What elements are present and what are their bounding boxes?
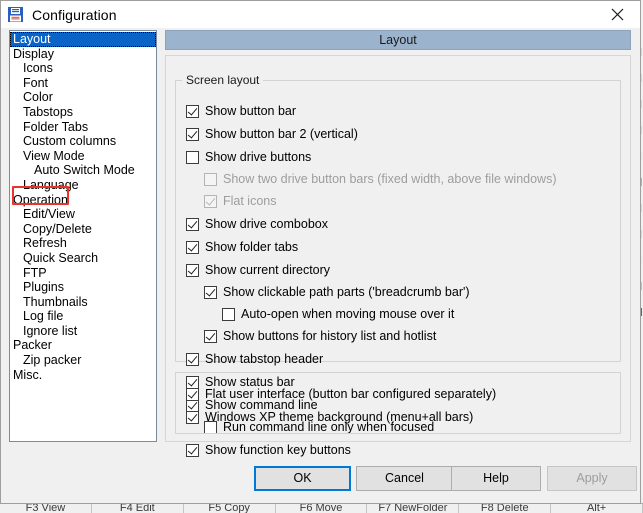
option-auto-open-when-moving-mouse-over-it[interactable]: Auto-open when moving mouse over it: [222, 306, 454, 322]
function-key-button: Alt+: [551, 504, 643, 513]
sidebar-item-font[interactable]: Font: [10, 76, 156, 91]
sidebar-item-auto-switch-mode[interactable]: Auto Switch Mode: [10, 163, 156, 178]
function-key-button: F8 Delete: [459, 504, 551, 513]
checkbox-show-drive-combobox[interactable]: [186, 218, 199, 231]
checkbox-label: Auto-open when moving mouse over it: [241, 307, 454, 321]
checkbox-flat-icons: [204, 195, 217, 208]
sidebar-item-quick-search[interactable]: Quick Search: [10, 251, 156, 266]
sidebar-item-operation[interactable]: Operation: [10, 193, 156, 208]
close-icon[interactable]: [595, 1, 640, 28]
checkbox-show-two-drive-button-bars-fixed-width-above-f: [204, 173, 217, 186]
cancel-button[interactable]: Cancel: [356, 466, 453, 491]
function-key-button: F5 Copy: [184, 504, 276, 513]
function-key-button: F6 Move: [276, 504, 368, 513]
help-button[interactable]: Help: [451, 466, 541, 491]
checkbox-show-button-bar[interactable]: [186, 105, 199, 118]
checkbox-label: Show drive combobox: [205, 217, 328, 231]
option-show-folder-tabs[interactable]: Show folder tabs: [186, 239, 298, 255]
dialog-title-bar: Configuration: [1, 1, 640, 28]
checkbox-label: Show button bar 2 (vertical): [205, 127, 358, 141]
checkbox-show-function-key-buttons[interactable]: [186, 444, 199, 457]
sidebar-item-plugins[interactable]: Plugins: [10, 280, 156, 295]
checkbox-show-buttons-for-history-list-and-hotlist[interactable]: [204, 330, 217, 343]
settings-category-list[interactable]: LayoutDisplayIconsFontColorTabstopsFolde…: [9, 30, 157, 442]
function-key-button: F4 Edit: [92, 504, 184, 513]
option-show-tabstop-header[interactable]: Show tabstop header: [186, 351, 323, 367]
dialog-body: LayoutDisplayIconsFontColorTabstopsFolde…: [1, 28, 640, 503]
page-title: Layout: [165, 30, 631, 50]
checkbox-label: Flat user interface (button bar configur…: [205, 387, 496, 401]
sidebar-item-custom-columns[interactable]: Custom columns: [10, 134, 156, 149]
background-function-key-bar: F3 ViewF4 EditF5 CopyF6 MoveF7 NewFolder…: [0, 503, 643, 513]
checkbox-label: Show tabstop header: [205, 352, 323, 366]
configuration-dialog: Configuration LayoutDisplayIconsFontColo…: [0, 0, 641, 504]
sidebar-item-ignore-list[interactable]: Ignore list: [10, 324, 156, 339]
option-flat-icons: Flat icons: [204, 193, 277, 209]
sidebar-item-folder-tabs[interactable]: Folder Tabs: [10, 120, 156, 135]
sidebar-item-misc[interactable]: Misc.: [10, 368, 156, 383]
sidebar-item-language[interactable]: Language: [10, 178, 156, 193]
checkbox-flat-user-interface-button-bar-configured-sepa[interactable]: [186, 388, 199, 401]
option-show-button-bar-2-vertical[interactable]: Show button bar 2 (vertical): [186, 126, 358, 142]
apply-button: Apply: [547, 466, 637, 491]
function-key-button: F3 View: [0, 504, 92, 513]
sidebar-item-color[interactable]: Color: [10, 90, 156, 105]
checkbox-show-drive-buttons[interactable]: [186, 151, 199, 164]
checkbox-show-current-directory[interactable]: [186, 264, 199, 277]
option-show-clickable-path-parts-breadcrumb-bar[interactable]: Show clickable path parts ('breadcrumb b…: [204, 284, 470, 300]
option-show-button-bar[interactable]: Show button bar: [186, 103, 296, 119]
sidebar-item-icons[interactable]: Icons: [10, 61, 156, 76]
checkbox-windows-xp-theme-background-menu-all-bars[interactable]: [186, 411, 199, 424]
sidebar-item-view-mode[interactable]: View Mode: [10, 149, 156, 164]
checkbox-label: Show clickable path parts ('breadcrumb b…: [223, 285, 470, 299]
checkbox-show-tabstop-header[interactable]: [186, 353, 199, 366]
screen-layout-legend: Screen layout: [182, 73, 263, 87]
checkbox-label: Flat icons: [223, 194, 277, 208]
option-windows-xp-theme-background-menu-all-bars[interactable]: Windows XP theme background (menu+all ba…: [186, 409, 473, 425]
sidebar-item-tabstops[interactable]: Tabstops: [10, 105, 156, 120]
checkbox-label: Show function key buttons: [205, 443, 351, 457]
function-key-button: F7 NewFolder: [367, 504, 459, 513]
option-show-function-key-buttons[interactable]: Show function key buttons: [186, 442, 351, 458]
sidebar-item-refresh[interactable]: Refresh: [10, 236, 156, 251]
checkbox-auto-open-when-moving-mouse-over-it[interactable]: [222, 308, 235, 321]
floppy-disk-save-icon: [7, 6, 24, 23]
sidebar-item-thumbnails[interactable]: Thumbnails: [10, 295, 156, 310]
option-show-drive-combobox[interactable]: Show drive combobox: [186, 216, 328, 232]
checkbox-label: Show two drive button bars (fixed width,…: [223, 172, 557, 186]
sidebar-item-layout[interactable]: Layout: [10, 32, 156, 47]
checkbox-show-clickable-path-parts-breadcrumb-bar[interactable]: [204, 286, 217, 299]
sidebar-item-ftp[interactable]: FTP: [10, 266, 156, 281]
checkbox-label: Show drive buttons: [205, 150, 311, 164]
checkbox-label: Show current directory: [205, 263, 330, 277]
dialog-button-row: OKCancelHelpApply: [1, 457, 640, 503]
checkbox-show-button-bar-2-vertical[interactable]: [186, 128, 199, 141]
option-show-buttons-for-history-list-and-hotlist[interactable]: Show buttons for history list and hotlis…: [204, 328, 436, 344]
checkbox-show-folder-tabs[interactable]: [186, 241, 199, 254]
checkbox-label: Show button bar: [205, 104, 296, 118]
option-show-two-drive-button-bars-fixed-width-above-f: Show two drive button bars (fixed width,…: [204, 171, 557, 187]
sidebar-item-zip-packer[interactable]: Zip packer: [10, 353, 156, 368]
dialog-title: Configuration: [32, 7, 117, 23]
option-flat-user-interface-button-bar-configured-sepa[interactable]: Flat user interface (button bar configur…: [186, 386, 496, 402]
screen-layout-groupbox: Show button bar Show button bar 2 (vertic…: [175, 80, 621, 362]
sidebar-item-copy-delete[interactable]: Copy/Delete: [10, 222, 156, 237]
layout-settings-panel: Show button bar Show button bar 2 (vertic…: [165, 55, 631, 442]
checkbox-label: Show buttons for history list and hotlis…: [223, 329, 436, 343]
ok-button[interactable]: OK: [254, 466, 351, 491]
option-show-current-directory[interactable]: Show current directory: [186, 262, 330, 278]
checkbox-label: Windows XP theme background (menu+all ba…: [205, 410, 473, 424]
sidebar-item-log-file[interactable]: Log file: [10, 309, 156, 324]
sidebar-item-packer[interactable]: Packer: [10, 338, 156, 353]
appearance-groupbox: Flat user interface (button bar configur…: [175, 372, 621, 434]
sidebar-item-edit-view[interactable]: Edit/View: [10, 207, 156, 222]
sidebar-item-display[interactable]: Display: [10, 47, 156, 62]
checkbox-label: Show folder tabs: [205, 240, 298, 254]
option-show-drive-buttons[interactable]: Show drive buttons: [186, 149, 311, 165]
